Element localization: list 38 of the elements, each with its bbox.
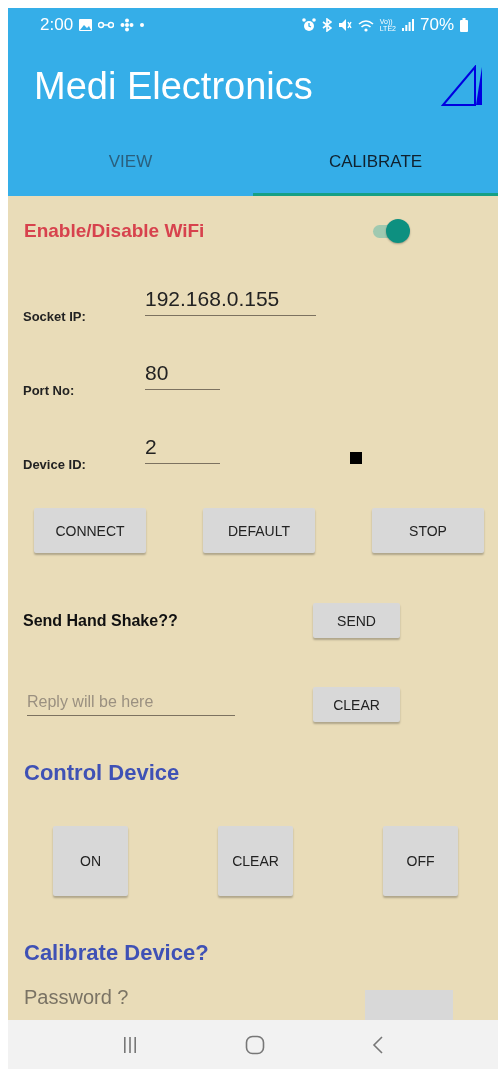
logo-icon [441,65,483,107]
action-button[interactable]: STOP [372,508,484,553]
link-icon [98,21,115,29]
control-button[interactable]: ON [53,826,128,896]
square-icon [350,452,362,464]
clear-button[interactable]: CLEAR [313,687,400,722]
bluetooth-icon [321,18,332,32]
recent-apps-icon [121,1035,138,1054]
app-title: Medi Electronics [34,64,313,108]
battery-icon [460,18,468,32]
clock-time: 2:00 [40,15,74,35]
image-icon [79,19,93,31]
reply-field[interactable]: Reply will be here [27,693,235,716]
password-field[interactable]: Password ? [24,986,324,1009]
field-label: Device ID: [23,458,87,472]
field-label: Port No: [23,384,76,398]
dot-icon [140,23,145,27]
back-icon [372,1035,385,1054]
control-button[interactable]: CLEAR [218,826,293,896]
fan-icon [120,18,135,32]
section-title: Control Device [23,759,181,786]
mute-icon [337,18,352,32]
action-button[interactable]: DEFAULT [203,508,315,553]
control-button[interactable]: OFF [383,826,458,896]
field-label: Socket IP: [23,310,87,324]
alarm-icon [301,18,316,32]
signal-icon [401,19,414,31]
section-title: Calibrate Device? [23,939,210,966]
input-field[interactable]: 192.168.0.155 [145,287,316,316]
input-field[interactable]: 2 [145,435,220,464]
send-button[interactable]: SEND [313,603,400,638]
handshake-label: Send Hand Shake?? [23,611,179,630]
section-title: Enable/Disable WiFi [24,220,206,242]
home-icon [245,1034,265,1055]
input-field[interactable]: 80 [145,361,220,390]
battery-percentage: 70% [419,15,454,35]
action-button[interactable]: CONNECT [34,508,146,553]
wifi-icon [357,18,374,32]
